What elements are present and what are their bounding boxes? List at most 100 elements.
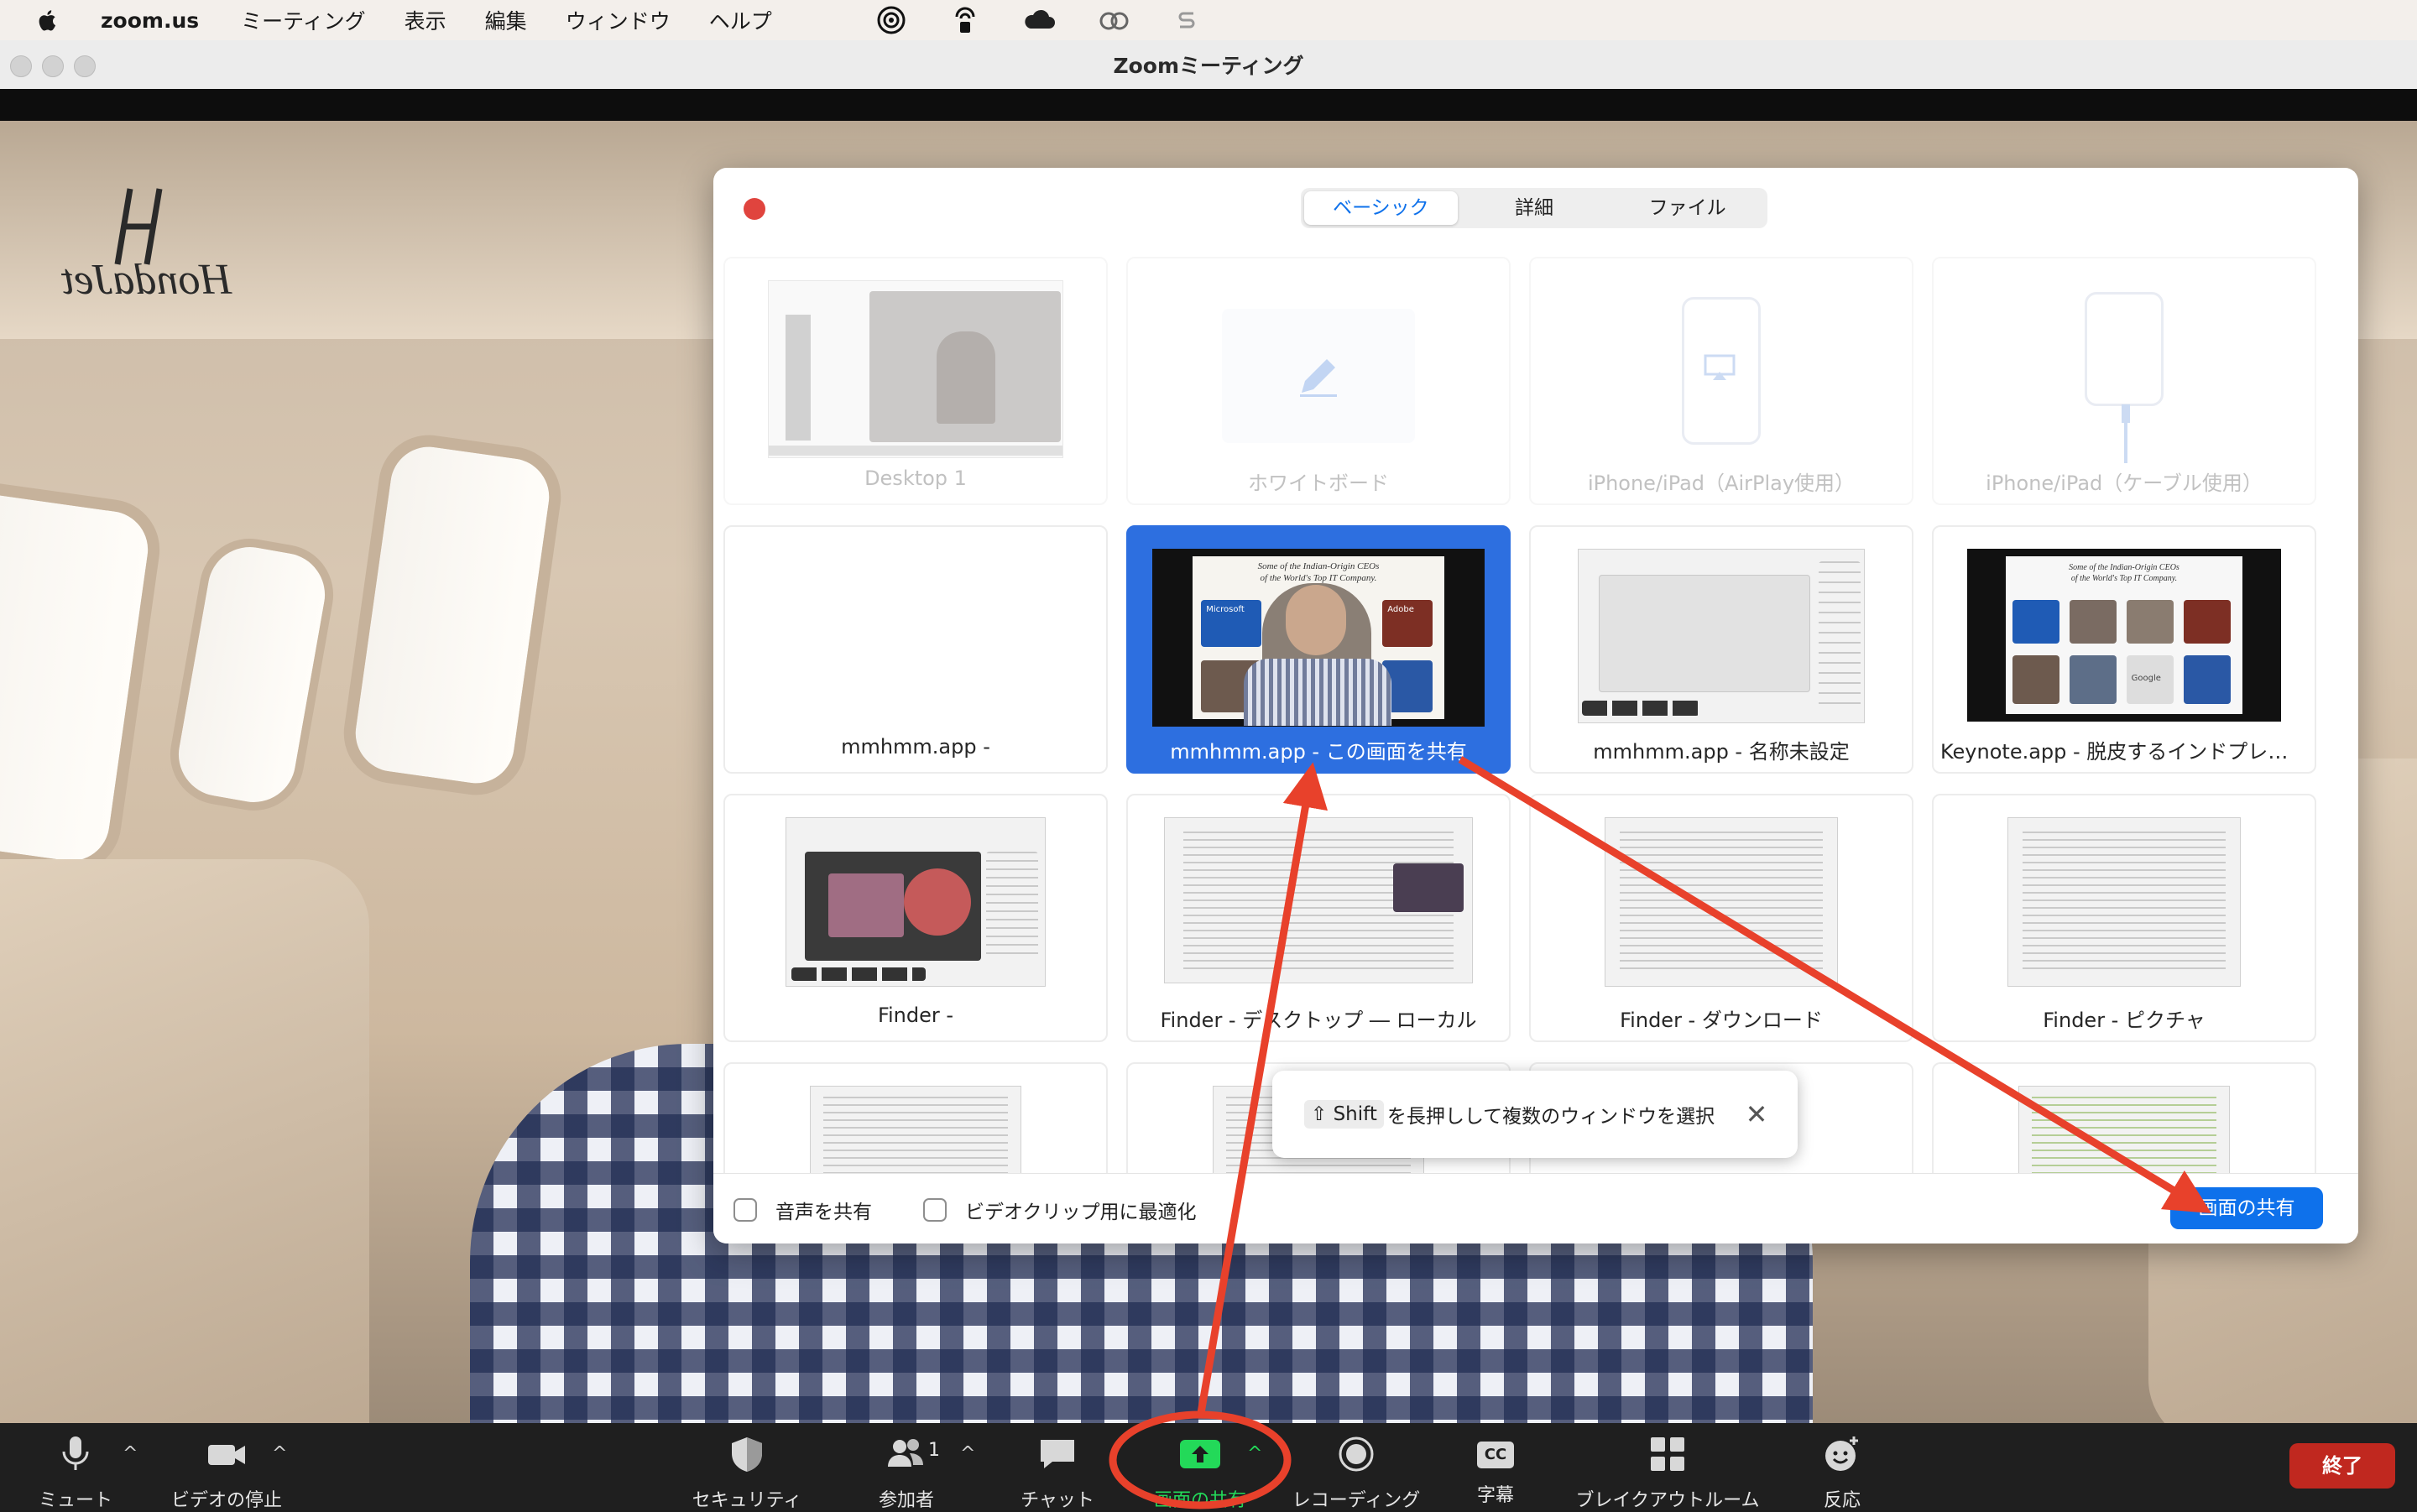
keynote-thumbnail: Some of the Indian-Origin CEOs of the Wo…	[1967, 549, 2281, 722]
stop-video-button[interactable]: ビデオの停止	[168, 1435, 285, 1511]
airplay-icon	[1704, 354, 1736, 380]
stop-video-label: ビデオの停止	[170, 1490, 282, 1511]
source-keynote[interactable]: Some of the Indian-Origin CEOs of the Wo…	[1932, 525, 2316, 774]
adobe-label: Adobe	[1387, 605, 1414, 615]
closed-captions-icon: CC	[1477, 1442, 1514, 1468]
share-audio-label: 音声を共有	[775, 1202, 872, 1223]
source-mmhmm-untitled[interactable]: mmhmm.app - 名称未設定	[1529, 525, 1913, 774]
source-desktop-1[interactable]: Desktop 1	[723, 257, 1108, 505]
menu-edit[interactable]: 編集	[485, 5, 527, 35]
source-whiteboard[interactable]: ホワイトボード	[1126, 257, 1511, 505]
menu-view[interactable]: 表示	[405, 5, 446, 35]
microsoft-label: Microsoft	[1206, 605, 1245, 615]
source-label: Finder - デスクトップ ― ローカル	[1160, 1009, 1477, 1032]
tab-basic[interactable]: ベーシック	[1304, 191, 1458, 225]
desktop-thumbnail	[768, 280, 1063, 458]
end-meeting-button[interactable]: 終了	[2289, 1443, 2395, 1489]
menu-help[interactable]: ヘルプ	[709, 5, 772, 35]
keynote-slide-title-1: Some of the Indian-Origin CEOs	[2069, 563, 2179, 573]
target-status-icon[interactable]	[873, 5, 910, 35]
window-minimize-button[interactable]	[42, 55, 64, 77]
record-icon	[1339, 1436, 1374, 1472]
optimize-video-checkbox[interactable]: ビデオクリップ用に最適化	[923, 1196, 1197, 1224]
checkbox-box[interactable]	[923, 1198, 947, 1222]
mute-label: ミュート	[38, 1490, 112, 1511]
tab-advanced[interactable]: 詳細	[1458, 191, 1611, 225]
share-screen-button[interactable]: 画面の共有	[2170, 1187, 2323, 1229]
participants-count: 1	[928, 1440, 940, 1461]
cloud-icon[interactable]	[1021, 5, 1057, 35]
creative-cloud-icon[interactable]	[1096, 5, 1133, 35]
audio-options-chevron-icon[interactable]: ^	[123, 1443, 138, 1464]
source-iphone-airplay[interactable]: iPhone/iPad（AirPlay使用）	[1529, 257, 1913, 505]
tooltip-close-icon[interactable]: ✕	[1744, 1098, 1769, 1131]
share-audio-checkbox[interactable]: 音声を共有	[733, 1196, 872, 1224]
optimize-video-label: ビデオクリップ用に最適化	[965, 1202, 1197, 1223]
window-close-button[interactable]	[10, 55, 32, 77]
multi-select-tooltip: ⇧ Shift を長押しして複数のウィンドウを選択 ✕	[1272, 1071, 1798, 1158]
share-options-chevron-icon[interactable]: ^	[1247, 1443, 1262, 1464]
source-window-partial[interactable]	[723, 1062, 1108, 1173]
source-label: Finder -	[877, 1004, 954, 1027]
lock-broadcast-icon[interactable]	[948, 5, 982, 35]
breakout-rooms-button[interactable]: ブレイクアウトルーム	[1571, 1435, 1764, 1511]
share-screen-icon	[1180, 1440, 1220, 1468]
iphone-thumbnail	[2085, 292, 2164, 406]
mmhmm-untitled-thumbnail	[1578, 549, 1865, 723]
participants-icon	[888, 1439, 923, 1467]
video-top-band	[0, 89, 2417, 121]
video-camera-icon	[208, 1445, 245, 1465]
source-finder-pictures[interactable]: Finder - ピクチャ	[1932, 794, 2316, 1042]
source-window-partial[interactable]	[1932, 1062, 2316, 1173]
security-label: セキュリティ	[692, 1490, 802, 1511]
captions-button[interactable]: CC 字幕	[1462, 1435, 1529, 1507]
status-tray	[873, 5, 1202, 35]
shield-icon	[732, 1437, 762, 1472]
cable-icon	[2122, 404, 2130, 463]
security-button[interactable]: セキュリティ	[688, 1435, 806, 1511]
video-options-chevron-icon[interactable]: ^	[272, 1443, 287, 1464]
source-finder-desktop[interactable]: Finder - デスクトップ ― ローカル	[1126, 794, 1511, 1042]
slide-title-line-2: of the World's Top IT Company.	[1260, 573, 1377, 584]
menu-meeting[interactable]: ミーティング	[241, 5, 366, 35]
checkbox-box[interactable]	[733, 1198, 757, 1222]
chat-label: チャット	[1021, 1490, 1094, 1511]
apple-logo-icon[interactable]	[37, 8, 59, 33]
record-button[interactable]: レコーディング	[1289, 1435, 1423, 1511]
finder-thumbnail	[786, 817, 1046, 987]
cabin-seat	[0, 859, 369, 1423]
mute-button[interactable]: ミュート	[34, 1435, 117, 1511]
chat-button[interactable]: チャット	[1015, 1435, 1099, 1511]
source-finder[interactable]: Finder -	[723, 794, 1108, 1042]
source-mmhmm-share-this-screen[interactable]: Some of the Indian-Origin CEOs of the Wo…	[1126, 525, 1511, 774]
menu-app-name[interactable]: zoom.us	[101, 8, 199, 33]
chat-bubble-icon	[1041, 1440, 1074, 1468]
share-screen-toolbar-button[interactable]: 画面の共有	[1150, 1435, 1250, 1511]
tab-files[interactable]: ファイル	[1610, 191, 1764, 225]
record-label: レコーディング	[1292, 1490, 1421, 1511]
dialog-close-button[interactable]	[744, 198, 765, 220]
sync-s-icon[interactable]	[1172, 5, 1202, 35]
menu-window[interactable]: ウィンドウ	[566, 5, 671, 35]
participants-options-chevron-icon[interactable]: ^	[960, 1443, 975, 1464]
source-finder-downloads[interactable]: Finder - ダウンロード	[1529, 794, 1913, 1042]
window-zoom-button[interactable]	[74, 55, 96, 77]
source-label: Finder - ダウンロード	[1620, 1009, 1823, 1032]
breakout-rooms-label: ブレイクアウトルーム	[1575, 1490, 1760, 1511]
shift-key-badge: ⇧ Shift	[1304, 1100, 1384, 1129]
source-iphone-cable[interactable]: iPhone/iPad（ケーブル使用）	[1932, 257, 2316, 505]
finder-desktop-thumbnail	[1164, 817, 1473, 983]
cabin-window	[0, 477, 166, 879]
tooltip-text: を長押しして複数のウィンドウを選択	[1386, 1106, 1715, 1128]
share-source-grid: Desktop 1 ホワイトボード iPhone/iPad（AirPlay使用）…	[723, 257, 2352, 1173]
window-titlebar: Zoomミーティング	[0, 40, 2417, 90]
cabin-window	[337, 428, 568, 802]
source-mmhmm-blank[interactable]: mmhmm.app -	[723, 525, 1108, 774]
source-label: iPhone/iPad（ケーブル使用）	[1986, 472, 2263, 495]
share-screen-label: 画面の共有	[1153, 1490, 1246, 1511]
reactions-button[interactable]: 反応	[1804, 1435, 1880, 1511]
source-label: Keynote.app - 脱皮するインドプレゼ…	[1940, 740, 2308, 764]
microphone-icon	[62, 1436, 89, 1470]
source-label: mmhmm.app - この画面を共有	[1170, 740, 1467, 764]
source-label: Finder - ピクチャ	[2043, 1009, 2206, 1032]
